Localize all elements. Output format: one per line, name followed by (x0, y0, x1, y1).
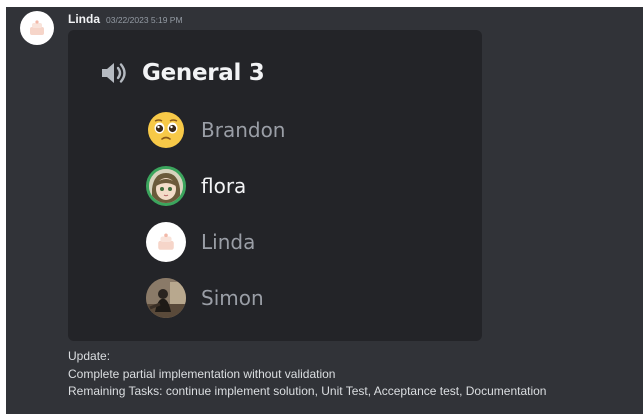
chat-frame: Linda 03/22/2023 5:19 PM General 3 Brand… (6, 7, 643, 414)
voice-member-name: Simon (201, 286, 264, 310)
message-timestamp: 03/22/2023 5:19 PM (106, 15, 183, 25)
voice-member-simon[interactable]: Simon (146, 278, 264, 318)
message-content: Update: Complete partial implementation … (68, 348, 546, 401)
message-line: Complete partial implementation without … (68, 366, 336, 381)
cake-avatar-icon (146, 222, 186, 262)
user-avatar[interactable] (20, 11, 54, 45)
message-line: Update: (68, 349, 111, 363)
voice-member-name: flora (201, 174, 247, 198)
speaker-icon (102, 63, 126, 83)
voice-member-name: Brandon (201, 118, 286, 142)
message-line: Remaining Tasks: continue implement solu… (68, 384, 547, 398)
anime-girl-avatar-icon (146, 166, 186, 206)
cake-icon (30, 20, 44, 35)
channel-header: General 3 (100, 60, 265, 86)
voice-member-brandon[interactable]: Brandon (146, 110, 285, 150)
voice-channel-embed: General 3 Brandon flora Linda Simon (68, 30, 482, 341)
pleading-face-emoji-icon (146, 110, 186, 150)
voice-member-linda[interactable]: Linda (146, 222, 255, 262)
channel-name[interactable]: General 3 (142, 60, 265, 86)
username[interactable]: Linda (68, 12, 100, 26)
voice-member-name: Linda (201, 230, 256, 254)
voice-member-flora[interactable]: flora (146, 166, 246, 206)
photo-avatar-icon (146, 278, 186, 318)
message-header: Linda 03/22/2023 5:19 PM (68, 12, 183, 26)
